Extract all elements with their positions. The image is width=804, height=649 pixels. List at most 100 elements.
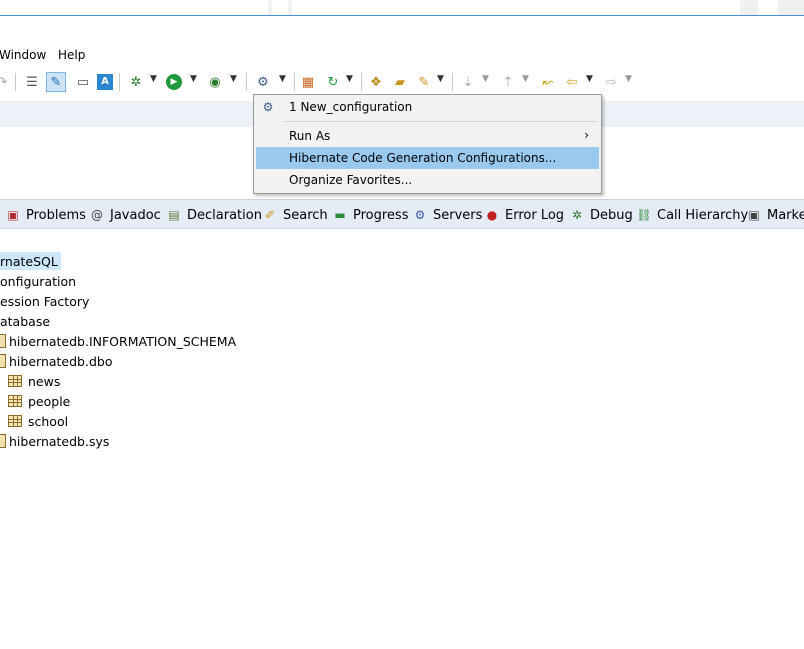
search-icon: ✐ — [264, 208, 276, 222]
tab-call-hierarchy[interactable]: ⛓ Call Hierarchy — [636, 207, 748, 223]
open-type-icon[interactable]: ❖ — [366, 72, 386, 92]
tree-node-label: people — [28, 393, 71, 409]
views-tab-bar: ▣ Problems @ Javadoc ▤ Declaration ✐ Sea… — [0, 199, 804, 229]
hibernate-run-icon[interactable]: ⚙ — [253, 72, 273, 92]
top-strip-segment — [0, 0, 268, 15]
forward-icon[interactable]: ⇨ — [601, 72, 621, 92]
menu-item-label: Hibernate Code Generation Configurations… — [289, 151, 557, 165]
debug-dropdown-icon[interactable]: ▼ — [150, 74, 157, 84]
tab-label: Error Log — [505, 207, 565, 223]
table-icon — [8, 415, 22, 427]
disabled-tool-icon[interactable]: ↷ — [0, 72, 12, 92]
menu-help[interactable]: Help — [58, 48, 85, 62]
font-settings-icon[interactable]: A — [97, 74, 113, 90]
menu-separator — [284, 121, 597, 122]
tree-node-label: news — [28, 373, 61, 389]
external-tools-icon[interactable]: ◉ — [205, 72, 225, 92]
menu-item-label: Run As — [289, 129, 331, 143]
tree-node-database[interactable]: atabase — [0, 312, 50, 330]
tab-progress[interactable]: ▬ Progress — [332, 207, 408, 223]
main-toolbar: ↷ ☰ ✎ ▭ A ✲ ▼ ▶ ▼ ◉ ▼ ⚙ ▼ ▦ ↻ ▼ ❖ ▰ ✎ ▼ … — [0, 69, 804, 95]
tab-debug[interactable]: ✲ Debug — [569, 207, 633, 223]
tree-node-configuration-root[interactable]: rnateSQL — [0, 252, 61, 270]
debug-icon[interactable]: ✲ — [126, 72, 146, 92]
tab-error-log[interactable]: ● Error Log — [484, 207, 564, 223]
table-icon — [8, 375, 22, 387]
schema-icon — [0, 334, 6, 348]
refresh-icon[interactable]: ↻ — [323, 72, 343, 92]
tab-servers[interactable]: ⚙ Servers — [412, 207, 483, 223]
table-icon — [8, 395, 22, 407]
tree-node-session-factory[interactable]: ession Factory — [0, 292, 89, 310]
window-top-strip — [0, 0, 804, 16]
top-strip-segment — [292, 0, 740, 15]
schema-icon — [0, 434, 6, 448]
hibernate-configurations-tree: rnateSQL onfiguration ession Factory ata… — [0, 250, 804, 460]
tab-label: Debug — [590, 207, 633, 223]
tree-node-label: school — [28, 413, 69, 429]
toolbar-separator — [15, 73, 16, 91]
word-wrap-icon[interactable]: ☰ — [22, 72, 42, 92]
hibernate-run-dropdown-icon[interactable]: ▼ — [279, 74, 286, 84]
show-whitespace-icon[interactable]: ▭ — [73, 72, 93, 92]
tree-node-label: hibernatedb.INFORMATION_SCHEMA — [9, 333, 237, 349]
tab-markers[interactable]: ▣ Marke — [746, 207, 804, 223]
open-folder-icon[interactable]: ▰ — [390, 72, 410, 92]
schema-icon — [0, 354, 6, 368]
tree-node-schema-sys[interactable]: hibernatedb.sys — [0, 432, 109, 450]
toolbar-separator — [452, 73, 453, 91]
submenu-arrow-icon: › — [584, 128, 589, 142]
top-strip-segment — [758, 0, 778, 15]
toolbar-separator — [361, 73, 362, 91]
tree-node-table-school[interactable]: school — [8, 412, 68, 430]
top-strip-segment — [272, 0, 288, 15]
menu-item-run-as[interactable]: Run As › — [256, 125, 599, 147]
toolbar-separator — [246, 73, 247, 91]
tab-problems[interactable]: ▣ Problems — [5, 207, 86, 223]
run-dropdown-icon[interactable]: ▼ — [190, 74, 197, 84]
menu-item-label: 1 New_configuration — [289, 100, 413, 114]
tree-node-schema-information[interactable]: hibernatedb.INFORMATION_SCHEMA — [0, 332, 236, 350]
tab-label: Javadoc — [110, 207, 161, 223]
tab-label: Problems — [26, 207, 86, 223]
back-icon[interactable]: ⇦ — [562, 72, 582, 92]
error-log-icon: ● — [486, 208, 498, 222]
tab-javadoc[interactable]: @ Javadoc — [89, 207, 161, 223]
last-edit-location-icon[interactable]: ↜ — [538, 72, 558, 92]
tree-node-label: onfiguration — [0, 273, 77, 289]
previous-annotation-icon[interactable]: ⇡ — [498, 72, 518, 92]
tree-node-label: ession Factory — [0, 293, 90, 309]
run-icon[interactable]: ▶ — [166, 74, 182, 90]
menu-window[interactable]: Window — [0, 48, 46, 62]
menu-item-hibernate-code-generation[interactable]: Hibernate Code Generation Configurations… — [256, 147, 599, 169]
tab-declaration[interactable]: ▤ Declaration — [166, 207, 262, 223]
previous-annotation-dropdown-icon[interactable]: ▼ — [522, 74, 529, 84]
menu-item-label: Organize Favorites... — [289, 173, 413, 187]
next-annotation-icon[interactable]: ⇣ — [458, 72, 478, 92]
menu-item-new-configuration[interactable]: ⚙ 1 New_configuration — [256, 96, 599, 118]
new-package-icon[interactable]: ▦ — [298, 72, 318, 92]
tree-node-configuration[interactable]: onfiguration — [0, 272, 76, 290]
pen-icon[interactable]: ✎ — [414, 72, 434, 92]
refresh-dropdown-icon[interactable]: ▼ — [346, 74, 353, 84]
tree-node-label: hibernatedb.sys — [9, 433, 110, 449]
tree-node-table-people[interactable]: people — [8, 392, 70, 410]
hibernate-configuration-icon: ⚙ — [262, 100, 274, 114]
tree-node-schema-dbo[interactable]: hibernatedb.dbo — [0, 352, 112, 370]
tab-label: Call Hierarchy — [657, 207, 749, 223]
external-tools-dropdown-icon[interactable]: ▼ — [230, 74, 237, 84]
back-dropdown-icon[interactable]: ▼ — [586, 74, 593, 84]
tab-label: Search — [283, 207, 328, 223]
tree-node-table-news[interactable]: news — [8, 372, 60, 390]
next-annotation-dropdown-icon[interactable]: ▼ — [482, 74, 489, 84]
servers-icon: ⚙ — [414, 208, 426, 222]
block-selection-icon[interactable]: ✎ — [46, 72, 66, 92]
hibernate-run-dropdown-menu: ⚙ 1 New_configuration Run As › Hibernate… — [253, 94, 602, 194]
tree-node-label: rnateSQL — [0, 253, 58, 269]
tab-label: Progress — [353, 207, 409, 223]
pen-dropdown-icon[interactable]: ▼ — [437, 74, 444, 84]
forward-dropdown-icon[interactable]: ▼ — [625, 74, 632, 84]
javadoc-icon: @ — [91, 208, 103, 222]
menu-item-organize-favorites[interactable]: Organize Favorites... — [256, 169, 599, 191]
tab-search[interactable]: ✐ Search — [262, 207, 328, 223]
